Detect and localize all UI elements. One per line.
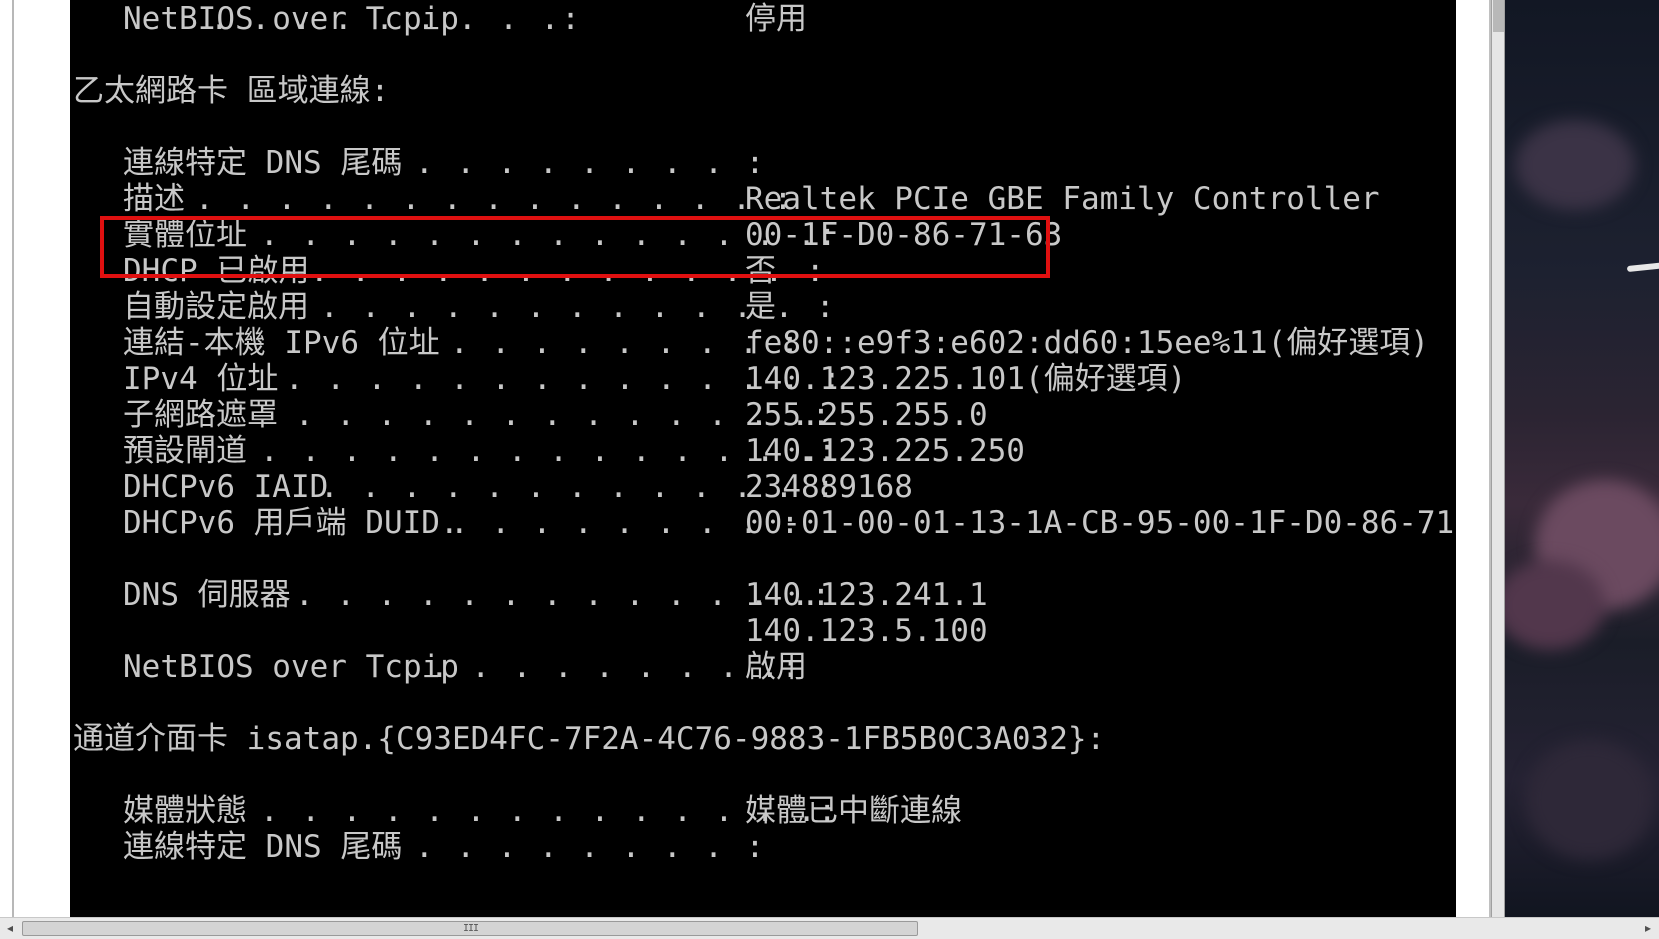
scroll-left-arrow-icon[interactable]: ◂: [2, 920, 18, 936]
vertical-scrollbar[interactable]: [1491, 0, 1505, 917]
console-line-media-state: 媒體狀態 . . . . . . . . . . . . . .: 媒體已中斷連…: [70, 792, 1456, 830]
field-label: 描述: [123, 181, 185, 217]
field-label: 預設閘道: [123, 433, 247, 469]
section-title: 乙太網路卡 區域連線:: [73, 73, 390, 109]
field-label: 子網路遮罩: [123, 397, 278, 433]
window-left-frame: [0, 0, 70, 917]
field-value: 255.255.255.0: [745, 397, 988, 433]
console-line-dns-secondary: 140.123.5.100: [70, 612, 1456, 650]
leader-dots: . . . . . . . . :: [415, 145, 767, 181]
field-value: 140.123.225.101(偏好選項): [745, 361, 1187, 397]
field-value: 140.123.225.250: [745, 433, 1025, 469]
console-line-dns-servers: DNS 伺服器 . . . . . . . . . . . . .: 140.1…: [70, 576, 1456, 614]
console-line-dhcpv6-iaid: DHCPv6 IAID . . . . . . . . . . . . : 23…: [70, 468, 1456, 506]
console-line-netbios-enabled: NetBIOS over Tcpip . . . . . . . . .: 啟用: [70, 648, 1456, 686]
field-label: 連結-本機 IPv6 位址: [123, 325, 440, 361]
horizontal-scrollbar[interactable]: ◂ III ▸: [0, 917, 1659, 939]
vertical-scroll-thumb[interactable]: [1493, 0, 1504, 32]
window-border: [12, 0, 14, 917]
field-label: IPv4 位址: [123, 361, 279, 397]
console-section-isatap: 通道介面卡 isatap.{C93ED4FC-7F2A-4C76-9883-1F…: [70, 720, 1456, 758]
console-line-dhcpv6-duid: DHCPv6 用戶端 DUID. . . . . . . . . : 00-01…: [70, 504, 1456, 542]
field-value: fe80::e9f3:e602:dd60:15ee%11(偏好選項): [745, 325, 1429, 361]
leader-dots: . . . . . . . . . . . . . . :: [195, 181, 795, 217]
console-line-subnet-mask: 子網路遮罩 . . . . . . . . . . . . .: 255.255…: [70, 396, 1456, 434]
leader-dots: . . . . . . . . .:: [210, 1, 582, 37]
field-value: 234889168: [745, 469, 913, 505]
console-line-description: 描述 . . . . . . . . . . . . . . : Realtek…: [70, 180, 1456, 218]
cloud-shape: [1505, 560, 1605, 650]
field-label: 自動設定啟用: [123, 289, 309, 325]
field-label: 連線特定 DNS 尾碼: [123, 829, 403, 865]
field-value: Realtek PCIe GBE Family Controller: [745, 181, 1380, 217]
field-label: NetBIOS over Tcpip: [123, 649, 459, 685]
field-value: 140.123.241.1: [745, 577, 988, 613]
field-value: 00-01-00-01-13-1A-CB-95-00-1F-D0-86-71-6…: [745, 505, 1456, 541]
section-title: 通道介面卡 isatap.{C93ED4FC-7F2A-4C76-9883-1F…: [73, 721, 1106, 757]
console-line-ipv6: 連結-本機 IPv6 位址 . . . . . . . . : fe80::e9…: [70, 324, 1456, 362]
console-line-dns-suffix: 連線特定 DNS 尾碼 . . . . . . . . :: [70, 144, 1456, 182]
console-line-dns-suffix-2: 連線特定 DNS 尾碼 . . . . . . . . :: [70, 828, 1456, 866]
field-label: 媒體狀態: [123, 793, 247, 829]
field-label: 連線特定 DNS 尾碼: [123, 145, 403, 181]
light-streak: [1626, 261, 1659, 273]
console-line-autoconfig: 自動設定啟用 . . . . . . . . . . . . : 是: [70, 288, 1456, 326]
field-label: DHCPv6 用戶端 DUID.: [123, 505, 459, 541]
console-line-gateway: 預設閘道 . . . . . . . . . . . . . .: 140.12…: [70, 432, 1456, 470]
field-value: 是: [745, 289, 776, 325]
field-label: DHCPv6 IAID: [123, 469, 329, 505]
field-value: 啟用: [745, 649, 807, 685]
field-value: 媒體已中斷連線: [745, 793, 962, 829]
scroll-grip-icon: III: [463, 923, 479, 934]
console-section-ethernet: 乙太網路卡 區域連線:: [70, 72, 1456, 110]
horizontal-scroll-thumb[interactable]: III: [22, 921, 918, 936]
field-value: 停用: [745, 1, 807, 37]
physical-address-highlight-box: [100, 216, 1050, 278]
scroll-right-arrow-icon[interactable]: ▸: [1640, 920, 1656, 936]
console-line-ipv4: IPv4 位址 . . . . . . . . . . . . . : 140.…: [70, 360, 1456, 398]
field-label: DNS 伺服器: [123, 577, 291, 613]
desktop-wallpaper: [1505, 0, 1659, 917]
window-right-frame: [1456, 0, 1491, 917]
cloud-shape: [1515, 120, 1635, 210]
command-prompt-console[interactable]: NetBIOS over Tcpip . . . . . . . . .: 停用…: [70, 0, 1456, 917]
console-line-netbios: NetBIOS over Tcpip . . . . . . . . .: 停用: [70, 0, 1456, 38]
leader-dots: . . . . . . . . :: [415, 829, 767, 865]
field-value: 140.123.5.100: [745, 613, 988, 649]
cloud-shape: [1525, 740, 1655, 860]
